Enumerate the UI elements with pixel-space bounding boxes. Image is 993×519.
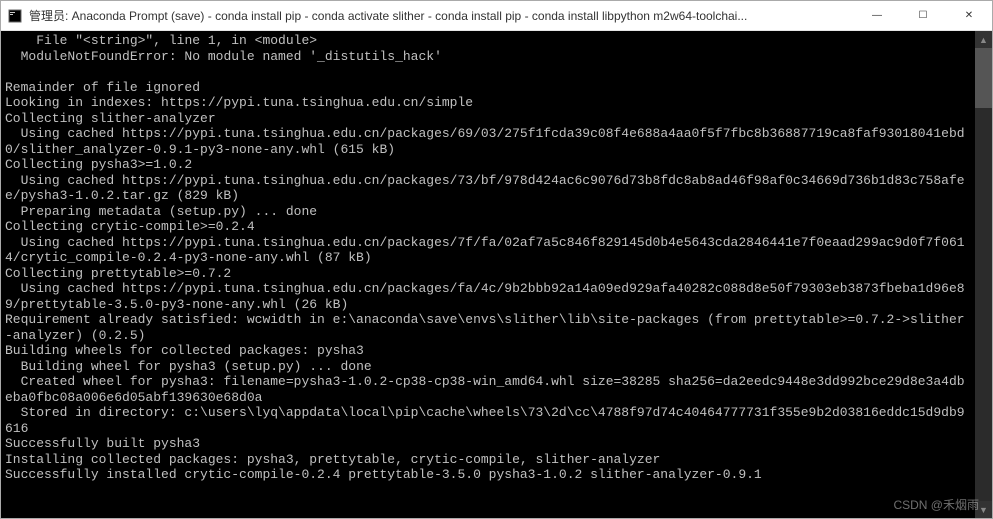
- window-title: 管理员: Anaconda Prompt (save) - conda inst…: [29, 7, 854, 24]
- window-controls: — ☐ ✕: [854, 1, 992, 30]
- titlebar[interactable]: 管理员: Anaconda Prompt (save) - conda inst…: [1, 1, 992, 31]
- minimize-button[interactable]: —: [854, 1, 900, 30]
- scrollbar[interactable]: ▲ ▼: [975, 31, 992, 518]
- terminal-container: File "<string>", line 1, in <module> Mod…: [1, 31, 992, 518]
- app-window: 管理员: Anaconda Prompt (save) - conda inst…: [0, 0, 993, 519]
- scroll-up-button[interactable]: ▲: [975, 31, 992, 48]
- close-button[interactable]: ✕: [946, 1, 992, 30]
- scroll-thumb[interactable]: [975, 48, 992, 108]
- scroll-down-button[interactable]: ▼: [975, 501, 992, 518]
- app-icon: [7, 8, 23, 24]
- terminal-output[interactable]: File "<string>", line 1, in <module> Mod…: [1, 31, 975, 518]
- maximize-button[interactable]: ☐: [900, 1, 946, 30]
